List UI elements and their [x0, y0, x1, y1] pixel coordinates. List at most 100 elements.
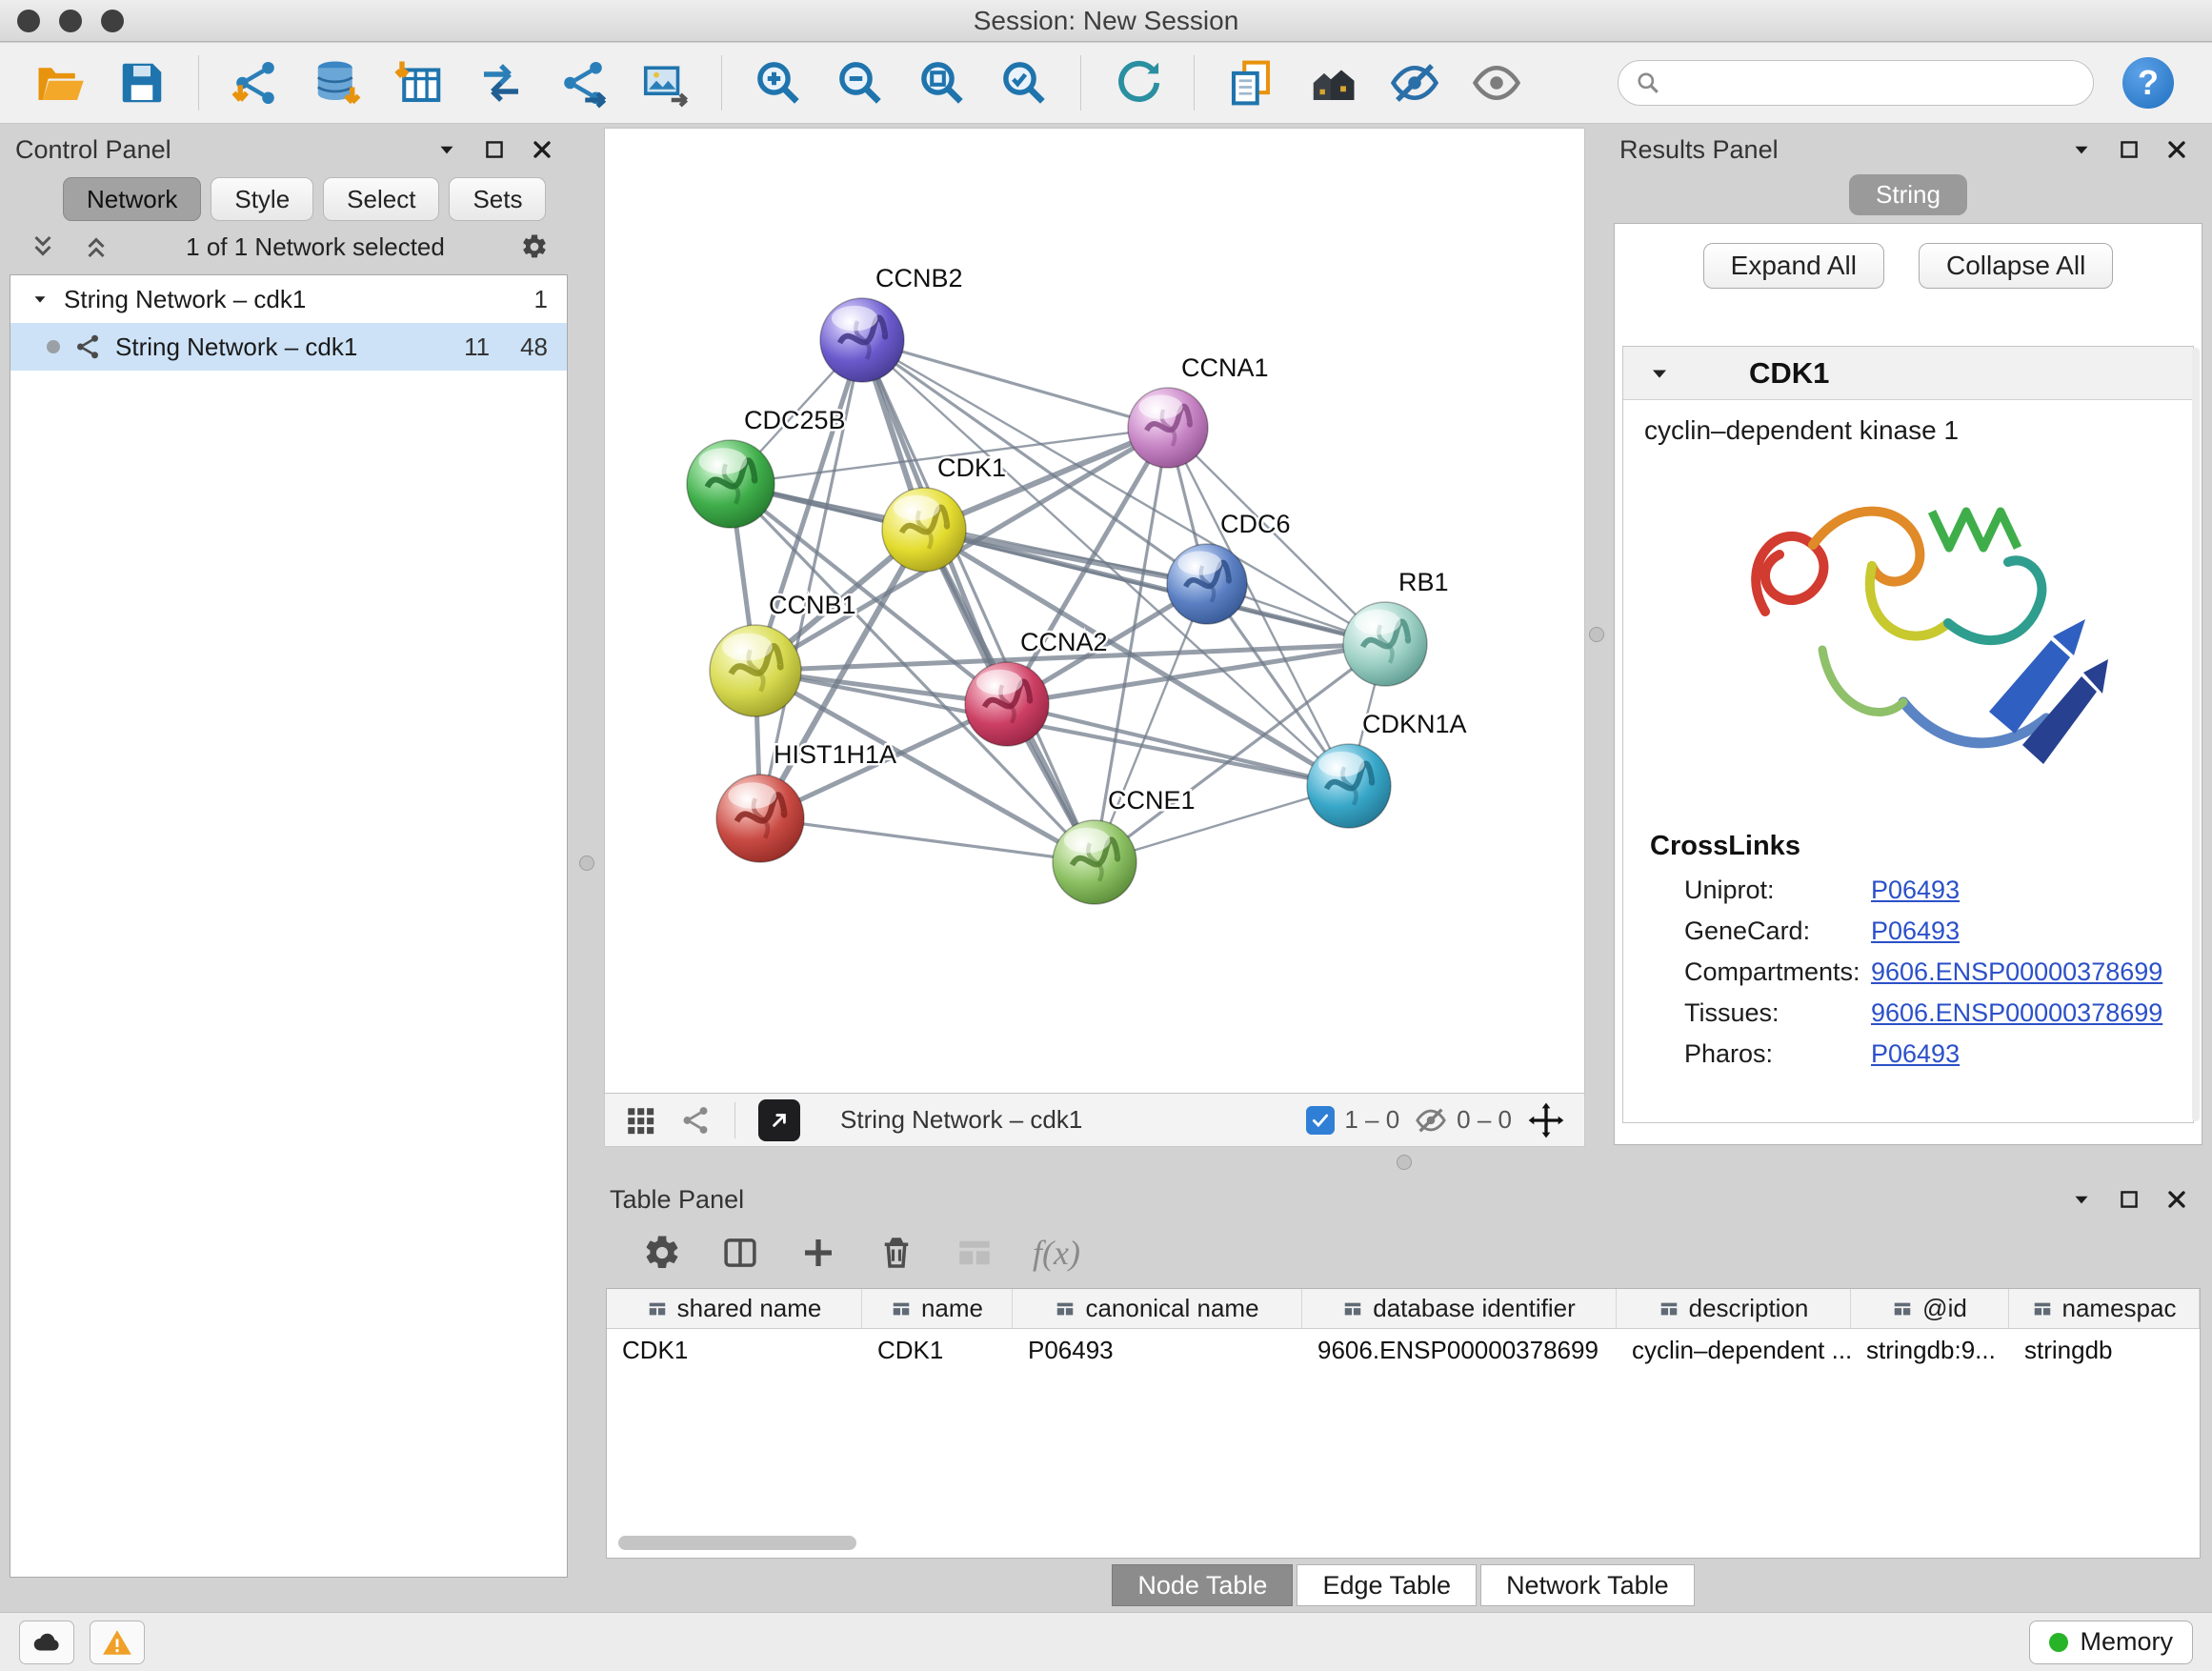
right-splitter-handle[interactable]	[1589, 627, 1604, 642]
collapse-all-button[interactable]: Collapse All	[1919, 243, 2113, 289]
zoom-selected-button[interactable]	[989, 49, 1059, 117]
table-horizontal-scrollbar[interactable]	[618, 1536, 856, 1550]
edge-CCNA2-CDKN1A[interactable]	[1007, 704, 1349, 786]
collapse-all-networks-icon[interactable]	[82, 232, 111, 261]
network-options-gear-icon[interactable]	[520, 232, 549, 261]
node-HIST1H1A[interactable]: HIST1H1A	[716, 740, 896, 862]
network-row[interactable]: String Network – cdk1 11 48	[10, 323, 567, 371]
open-session-button[interactable]	[25, 49, 95, 117]
crosslink-link[interactable]: 9606.ENSP00000378699	[1871, 998, 2162, 1028]
bottom-splitter-handle[interactable]	[1397, 1155, 1412, 1170]
hide-selected-button[interactable]	[1379, 49, 1450, 117]
import-network-file-button[interactable]	[220, 49, 291, 117]
export-network-button[interactable]	[548, 49, 618, 117]
crosslink-link[interactable]: P06493	[1871, 876, 1960, 905]
crosslink-link[interactable]: P06493	[1871, 1039, 1960, 1069]
help-button[interactable]: ?	[2122, 57, 2174, 109]
minimize-window-button[interactable]	[59, 10, 82, 32]
table-cell[interactable]: stringdb:9...	[1851, 1329, 2009, 1371]
zoom-out-button[interactable]	[825, 49, 895, 117]
column-header-shared-name[interactable]: shared name	[607, 1289, 862, 1328]
edge-CCNB2-CCNB1[interactable]	[755, 340, 862, 671]
panel-menu-caret-icon[interactable]	[434, 137, 459, 162]
gene-section-header[interactable]: CDK1	[1623, 347, 2193, 400]
zoom-fit-button[interactable]	[907, 49, 977, 117]
section-collapse-caret-icon[interactable]	[1646, 360, 1673, 387]
table-row[interactable]: CDK1CDK1P064939606.ENSP00000378699cyclin…	[607, 1329, 2200, 1371]
crosslink-link[interactable]: 9606.ENSP00000378699	[1871, 957, 2162, 987]
network-collection-row[interactable]: String Network – cdk1 1	[10, 275, 567, 323]
import-table-button[interactable]	[384, 49, 454, 117]
global-search[interactable]	[1618, 60, 2094, 106]
close-window-button[interactable]	[17, 10, 40, 32]
edge-HIST1H1A-CCNE1[interactable]	[760, 818, 1095, 862]
node-CCNB1[interactable]: CCNB1	[710, 591, 856, 716]
import-network-database-button[interactable]	[302, 49, 372, 117]
copy-document-button[interactable]	[1216, 49, 1286, 117]
panel-menu-caret-icon[interactable]	[2069, 137, 2094, 162]
table-cell[interactable]: CDK1	[607, 1329, 862, 1371]
show-columns-icon[interactable]	[720, 1233, 760, 1273]
panel-close-icon[interactable]	[2164, 1187, 2189, 1212]
column-header-name[interactable]: name	[862, 1289, 1013, 1328]
grid-view-icon[interactable]	[624, 1104, 656, 1137]
expand-all-networks-icon[interactable]	[29, 232, 57, 261]
selected-checkbox-icon[interactable]	[1306, 1106, 1335, 1135]
zoom-in-button[interactable]	[743, 49, 814, 117]
tab-sets[interactable]: Sets	[449, 177, 546, 221]
column-header-namespac[interactable]: namespac	[2009, 1289, 2200, 1328]
column-header-database-identifier[interactable]: database identifier	[1302, 1289, 1617, 1328]
tab-node-table[interactable]: Node Table	[1112, 1564, 1293, 1606]
panel-float-icon[interactable]	[2117, 1187, 2142, 1212]
export-view-button[interactable]	[758, 1099, 800, 1141]
function-builder-button[interactable]: f(x)	[1033, 1233, 1080, 1273]
table-cell[interactable]: cyclin–dependent ...	[1617, 1329, 1851, 1371]
tab-network[interactable]: Network	[63, 177, 201, 221]
tree-expand-caret-icon[interactable]	[30, 289, 50, 310]
table-cell[interactable]: P06493	[1013, 1329, 1302, 1371]
column-header-canonical-name[interactable]: canonical name	[1013, 1289, 1302, 1328]
show-all-networks-button[interactable]	[1297, 49, 1368, 117]
node-CDK1[interactable]: CDK1	[882, 453, 1006, 572]
edge-CCNB2-CCNA1[interactable]	[862, 340, 1168, 428]
node-table[interactable]: shared namenamecanonical namedatabase id…	[606, 1288, 2201, 1559]
results-scrollbar[interactable]	[2192, 348, 2200, 1121]
tab-style[interactable]: Style	[211, 177, 313, 221]
panel-float-icon[interactable]	[2117, 137, 2142, 162]
table-cell[interactable]: 9606.ENSP00000378699	[1302, 1329, 1617, 1371]
panel-float-icon[interactable]	[482, 137, 507, 162]
left-splitter-handle[interactable]	[579, 856, 594, 871]
tab-string[interactable]: String	[1849, 174, 1967, 215]
export-image-button[interactable]	[630, 49, 700, 117]
table-settings-gear-icon[interactable]	[642, 1233, 682, 1273]
show-selected-button[interactable]	[1461, 49, 1532, 117]
add-column-icon[interactable]	[798, 1233, 838, 1273]
cloud-status-button[interactable]	[19, 1621, 74, 1664]
tab-select[interactable]: Select	[323, 177, 439, 221]
crosslink-link[interactable]: P06493	[1871, 916, 1960, 946]
save-session-button[interactable]	[107, 49, 177, 117]
table-cell[interactable]: stringdb	[2009, 1329, 2200, 1371]
tab-edge-table[interactable]: Edge Table	[1297, 1564, 1477, 1606]
panel-menu-caret-icon[interactable]	[2069, 1187, 2094, 1212]
search-input[interactable]	[1672, 69, 2076, 98]
column-header--id[interactable]: @id	[1851, 1289, 2009, 1328]
apply-layout-button[interactable]	[1102, 49, 1173, 117]
node-CDKN1A[interactable]: CDKN1A	[1307, 710, 1467, 828]
tab-network-table[interactable]: Network Table	[1480, 1564, 1695, 1606]
panel-close-icon[interactable]	[2164, 137, 2189, 162]
network-graph[interactable]: CCNB2CCNA1CDC25BCDK1CDC6RB1CCNB1CCNA2CDK…	[605, 129, 1584, 1093]
node-RB1[interactable]: RB1	[1343, 568, 1449, 686]
warnings-button[interactable]	[90, 1621, 145, 1664]
column-header-description[interactable]: description	[1617, 1289, 1851, 1328]
table-cell[interactable]: CDK1	[862, 1329, 1013, 1371]
delete-column-icon[interactable]	[876, 1233, 916, 1273]
node-CCNA1[interactable]: CCNA1	[1128, 353, 1269, 468]
network-view-canvas[interactable]: CCNB2CCNA1CDC25BCDK1CDC6RB1CCNB1CCNA2CDK…	[604, 128, 1585, 1094]
node-CCNE1[interactable]: CCNE1	[1053, 786, 1196, 904]
new-network-button[interactable]	[466, 49, 536, 117]
pan-move-icon[interactable]	[1527, 1101, 1565, 1139]
network-birdseye-icon[interactable]	[679, 1104, 712, 1137]
memory-button[interactable]: Memory	[2029, 1621, 2193, 1664]
expand-all-button[interactable]: Expand All	[1703, 243, 1884, 289]
